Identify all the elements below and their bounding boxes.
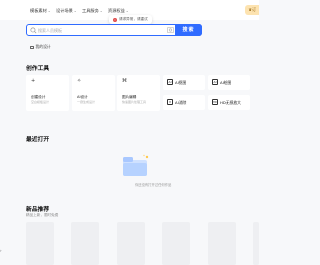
search-input[interactable] [38,25,168,35]
chevron-down-icon: ⌄ [73,9,77,13]
side-collapse-icon[interactable]: › [0,248,2,253]
hd-upscale-card[interactable]: HD HD无损放大 [208,95,250,110]
create-design-card[interactable]: + 创建设计 空白模板设计 [26,75,69,111]
card-title: AI消除 [175,99,187,105]
image-search-icon[interactable] [167,27,174,33]
template-thumbnail[interactable] [117,222,145,265]
ai-eliminate-card[interactable]: ✕ AI消除 [163,95,205,110]
ai-eliminate-icon: ✕ [167,99,173,105]
nav-label: 工具服务 [82,8,99,13]
nav-label: 模板素材 [30,8,47,13]
ai-draw-icon: AI [212,79,218,85]
template-thumbnail[interactable] [253,222,259,265]
nav-item-scenes[interactable]: 设计场景⌄ [56,8,77,14]
recommend-section-title: 新品推荐 [26,207,50,213]
card-subtitle: 快速图片处理工具 [122,100,147,104]
nav-item-resources[interactable]: 资源权益⌄ [108,8,129,14]
search-bar: 搜索 [26,24,202,36]
folder-icon [30,45,34,49]
nav-label: 资源权益 [108,8,125,13]
template-thumbnail[interactable] [71,222,99,265]
nav-label: 设计场景 [56,8,73,13]
image-edit-icon: ⌘ [122,78,127,84]
toast-text: 请求异常，请重试 [119,17,148,21]
error-toast: ! 请求异常，请重试 [109,15,152,24]
chevron-down-icon: ⌄ [99,9,103,13]
search-button[interactable]: 搜索 [175,24,202,36]
nav-item-templates[interactable]: 模板素材⌄ [30,8,51,14]
tools-section-title: 创作工具 [26,66,50,72]
template-thumbnail[interactable] [26,222,54,265]
page-root: 模板素材⌄ 设计场景⌄ 工具服务⌄ 资源权益⌄ ♛订 !请求异常，请重试 搜索 [0,0,259,265]
ai-draw-icon: AI [167,79,173,85]
card-title: AI绘图 [220,79,232,85]
empty-folder-icon [123,154,149,176]
my-design-label: 我的设计 [35,44,51,49]
ai-cutout-card[interactable]: AI AI抠图 [163,75,205,90]
image-edit-card[interactable]: ⌘ 图片编辑 快速图片处理工具 [117,75,160,111]
recent-empty-text: 你还没有打开过任何作品 [135,183,172,187]
ai-drawing-card[interactable]: AI AI绘图 [208,75,250,90]
card-subtitle: 一键生成设计 [77,100,96,104]
chevron-down-icon: ⌄ [125,9,129,13]
plus-icon: + [31,78,36,84]
vip-label: 订 [252,7,256,12]
ai-design-card[interactable]: ✧ AI设计 一键生成设计 [72,75,115,111]
ai-magic-icon: ✧ [77,78,82,84]
card-title: HD无损放大 [220,99,241,105]
recent-section-title: 最近打开 [26,137,50,143]
hd-icon: HD [212,99,218,105]
template-thumbnail[interactable] [162,222,190,265]
error-circle-icon: ! [113,17,117,22]
my-design-link[interactable]: 我的设计 [30,44,51,50]
template-thumbnail[interactable] [208,222,236,265]
search-icon [30,27,37,34]
nav-item-tools[interactable]: 工具服务⌄ [82,8,103,14]
vip-badge[interactable]: ♛订 [245,5,259,15]
chevron-down-icon: ⌄ [47,9,51,13]
card-title: AI抠图 [175,79,187,85]
recommend-subtitle: 精品上新，限时免费 [26,213,59,217]
card-subtitle: 空白模板设计 [31,100,50,104]
